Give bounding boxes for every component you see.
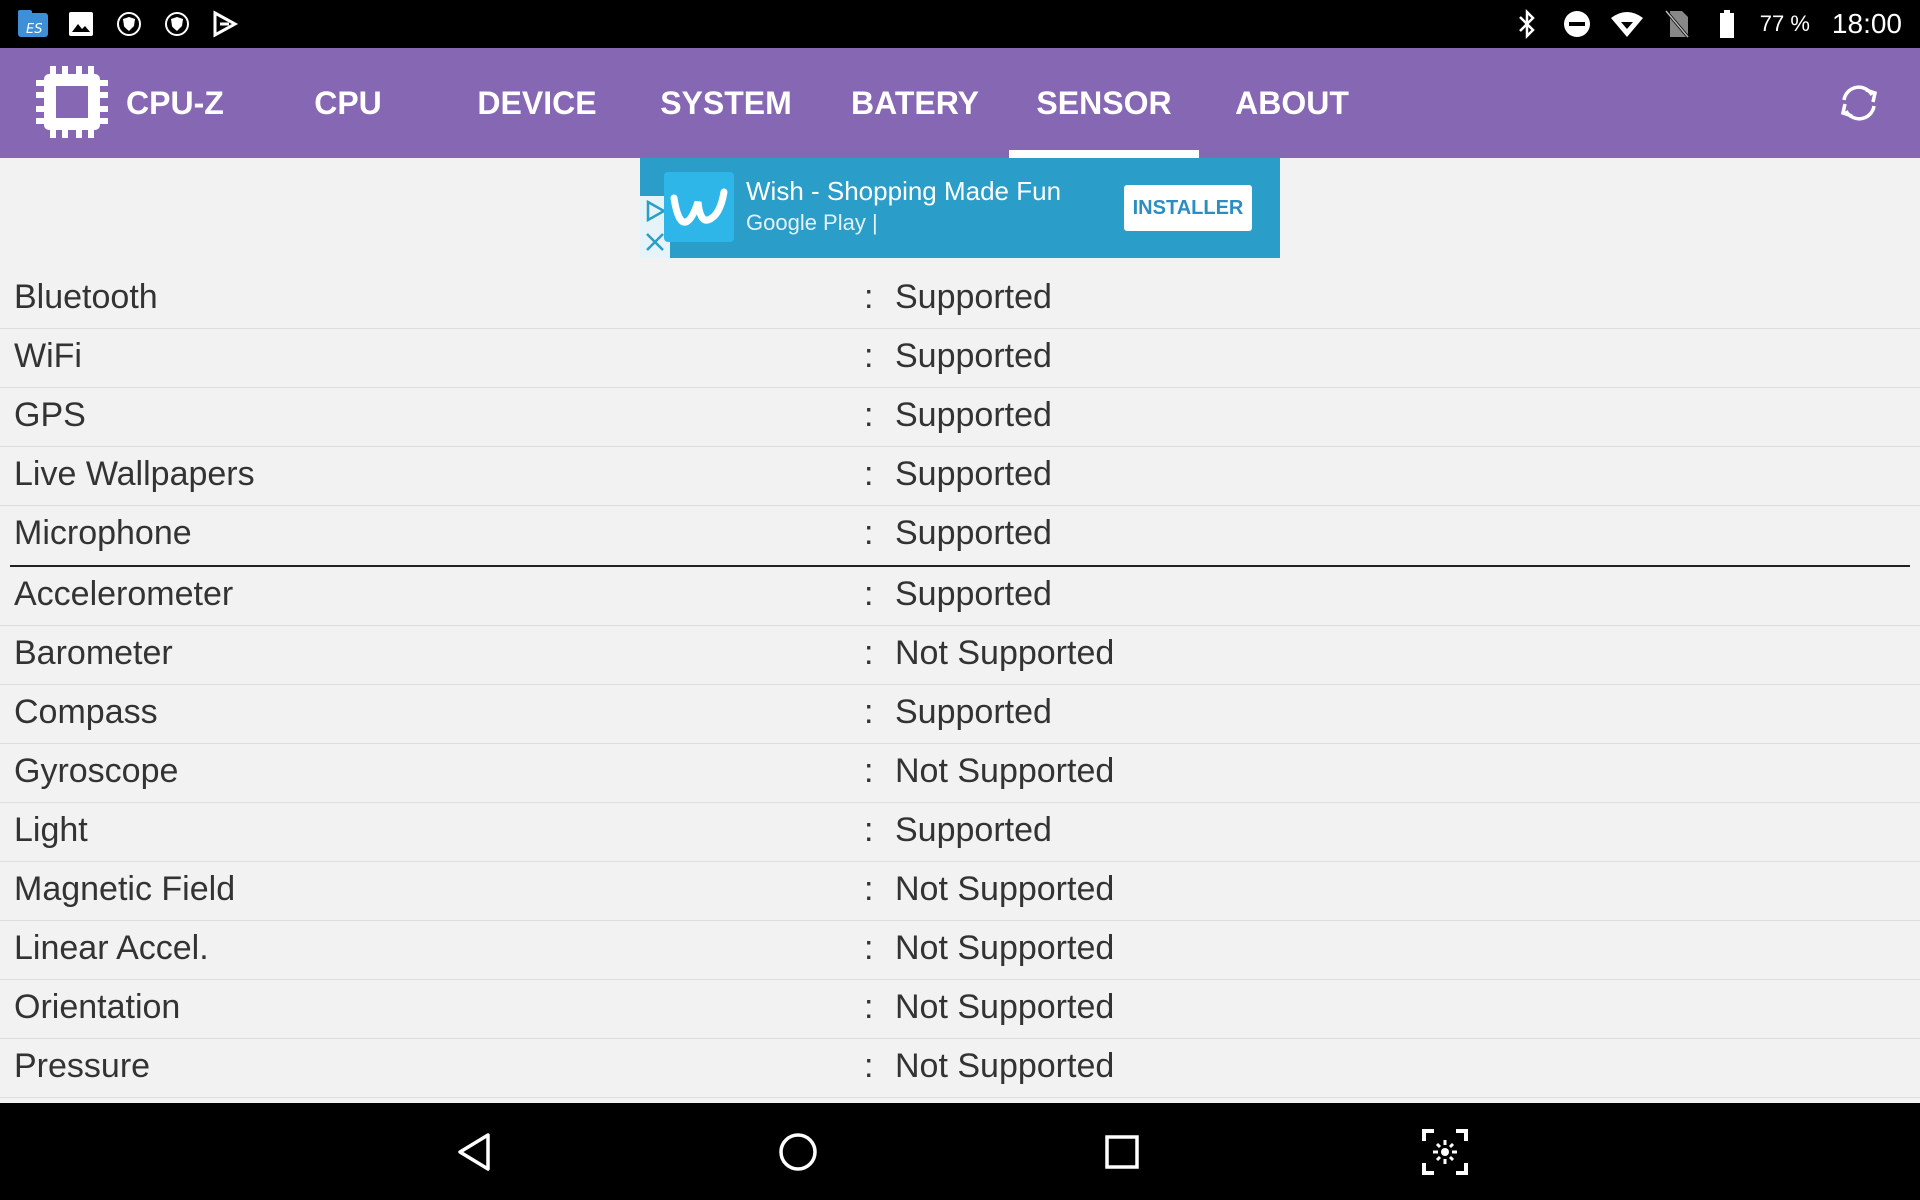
- item-separator: :: [864, 693, 874, 731]
- list-item: Microphone: Supported: [10, 506, 1910, 567]
- bluetooth-icon: [1510, 7, 1544, 41]
- list-item: Barometer: Not Supported: [0, 626, 1920, 685]
- item-value: Supported: [895, 575, 1052, 613]
- item-value: Supported: [895, 811, 1052, 849]
- app-title: CPU-Z: [126, 85, 224, 121]
- item-value: Not Supported: [895, 1047, 1115, 1085]
- tab-about[interactable]: ABOUT: [1227, 48, 1357, 158]
- recents-icon[interactable]: [1097, 1127, 1147, 1177]
- wish-logo-icon: [664, 172, 734, 242]
- item-value: Supported: [895, 455, 1052, 493]
- list-item: Magnetic Field: Not Supported: [0, 862, 1920, 921]
- item-value: Not Supported: [895, 870, 1115, 908]
- list-item: GPS: Supported: [0, 388, 1920, 447]
- item-label: Barometer: [14, 634, 173, 672]
- item-value: Supported: [895, 337, 1052, 375]
- list-item: Orientation: Not Supported: [0, 980, 1920, 1039]
- ad-subtitle: Google Play |: [746, 210, 878, 235]
- item-label: Light: [14, 811, 88, 849]
- no-sim-icon: [1660, 7, 1694, 41]
- item-value: Not Supported: [895, 929, 1115, 967]
- item-value: Supported: [895, 396, 1052, 434]
- tab-system[interactable]: SYSTEM: [650, 48, 802, 158]
- item-label: Microphone: [14, 514, 192, 552]
- item-value: Supported: [895, 693, 1052, 731]
- item-separator: :: [864, 752, 874, 790]
- tab-sensor[interactable]: SENSOR: [1009, 48, 1199, 158]
- status-bar-system: 77 % 18:00: [1510, 0, 1902, 48]
- item-label: Compass: [14, 693, 158, 731]
- refresh-icon[interactable]: [1836, 80, 1882, 126]
- item-separator: :: [864, 278, 874, 316]
- item-value: Not Supported: [895, 752, 1115, 790]
- file-manager-icon: ES: [16, 7, 50, 41]
- list-item: WiFi: Supported: [0, 329, 1920, 388]
- wifi-icon: [1610, 7, 1644, 41]
- item-label: Magnetic Field: [14, 870, 236, 908]
- sensor-list: Bluetooth: Supported WiFi: Supported GPS: S…: [0, 270, 1920, 1098]
- tab-batery[interactable]: BATERY: [845, 48, 985, 158]
- app-bar: CPU-Z CPU DEVICE SYSTEM BATERY SENSOR AB…: [0, 48, 1920, 158]
- list-item: Compass: Supported: [0, 685, 1920, 744]
- item-separator: :: [864, 988, 874, 1026]
- ad-title: Wish - Shopping Made Fun: [746, 176, 1062, 206]
- list-item: Live Wallpapers: Supported: [0, 447, 1920, 506]
- navigation-bar: [0, 1103, 1920, 1200]
- item-separator: :: [864, 455, 874, 493]
- item-separator: :: [864, 396, 874, 434]
- item-label: Gyroscope: [14, 752, 179, 790]
- status-bar: ES 77 % 18:00: [0, 0, 1920, 48]
- item-separator: :: [864, 575, 874, 613]
- tab-device[interactable]: DEVICE: [470, 48, 604, 158]
- home-icon[interactable]: [773, 1127, 823, 1177]
- ad-banner[interactable]: Wish - Shopping Made Fun Google Play | I…: [640, 158, 1280, 258]
- list-item: Gyroscope: Not Supported: [0, 744, 1920, 803]
- item-label: Orientation: [14, 988, 181, 1026]
- battery-icon: [1710, 7, 1744, 41]
- play-store-icon: [208, 7, 242, 41]
- list-item: Linear Accel.: Not Supported: [0, 921, 1920, 980]
- list-item: Accelerometer: Supported: [0, 567, 1920, 626]
- item-value: Supported: [895, 278, 1052, 316]
- item-separator: :: [864, 634, 874, 672]
- tab-cpu[interactable]: CPU: [300, 48, 396, 158]
- item-label: WiFi: [14, 337, 82, 375]
- item-label: Accelerometer: [14, 575, 234, 613]
- item-label: Pressure: [14, 1047, 151, 1085]
- shield-icon: [112, 7, 146, 41]
- item-separator: :: [864, 1047, 874, 1085]
- chip-icon: [34, 64, 110, 140]
- item-value: Not Supported: [895, 634, 1115, 672]
- gallery-icon: [64, 7, 98, 41]
- svg-text:ES: ES: [26, 22, 42, 37]
- item-label: GPS: [14, 396, 86, 434]
- list-item: Bluetooth: Supported: [0, 270, 1920, 329]
- screenshot-icon[interactable]: [1420, 1127, 1470, 1177]
- item-separator: :: [864, 811, 874, 849]
- item-value: Not Supported: [895, 988, 1115, 1026]
- item-separator: :: [864, 514, 874, 552]
- list-item: Light: Supported: [0, 803, 1920, 862]
- item-separator: :: [864, 337, 874, 375]
- do-not-disturb-icon: [1560, 7, 1594, 41]
- battery-percent: 77 %: [1759, 11, 1810, 36]
- back-icon[interactable]: [450, 1127, 500, 1177]
- item-separator: :: [864, 929, 874, 967]
- shield-icon: [160, 7, 194, 41]
- item-separator: :: [864, 870, 874, 908]
- item-label: Bluetooth: [14, 278, 158, 316]
- item-label: Live Wallpapers: [14, 455, 255, 493]
- clock: 18:00: [1831, 8, 1902, 39]
- status-bar-notifications: ES: [16, 0, 242, 48]
- ad-install-button[interactable]: INSTALLER: [1124, 185, 1252, 231]
- list-item: Pressure: Not Supported: [0, 1039, 1920, 1098]
- item-label: Linear Accel.: [14, 929, 209, 967]
- item-value: Supported: [895, 514, 1052, 552]
